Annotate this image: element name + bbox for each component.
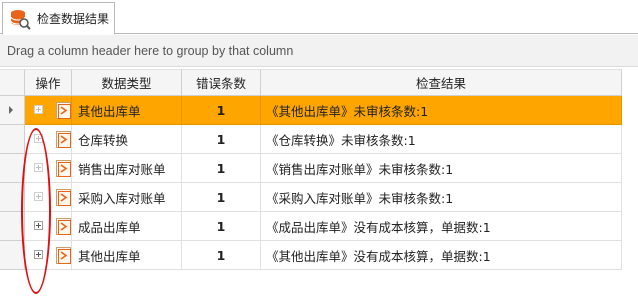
error-count-cell[interactable]: 1 <box>182 125 261 154</box>
error-count-cell[interactable]: 1 <box>182 96 261 125</box>
row-indicator-header <box>0 69 25 96</box>
tab-label: 检查数据结果 <box>37 12 110 26</box>
column-header-check-result[interactable]: 检查结果 <box>261 69 622 96</box>
open-detail-button[interactable] <box>56 218 71 235</box>
column-header-data-type[interactable]: 数据类型 <box>72 69 182 96</box>
check-result-cell[interactable]: 《其他出库单》未审核条数:1 <box>261 96 622 125</box>
database-search-icon <box>9 8 31 30</box>
data-type-cell[interactable]: 仓库转换 <box>72 125 182 154</box>
open-detail-button[interactable] <box>56 247 71 264</box>
open-detail-button[interactable] <box>56 160 71 177</box>
results-grid: 操作 数据类型 错误条数 检查结果 其他出库单 1 《其他出库单》未审核条数:1 仓库… <box>0 67 638 297</box>
data-type-cell[interactable]: 采购入库对账单 <box>72 183 182 212</box>
column-header-error-count[interactable]: 错误条数 <box>182 69 261 96</box>
current-row-arrow-icon <box>9 106 13 114</box>
row-indicator[interactable] <box>0 96 25 125</box>
check-result-cell[interactable]: 《成品出库单》没有成本核算，单据数:1 <box>261 212 622 241</box>
table-row[interactable]: 销售出库对账单 1 《销售出库对账单》未审核条数:1 <box>0 154 622 183</box>
table-row[interactable]: 采购入库对账单 1 《采购入库对账单》未审核条数:1 <box>0 183 622 212</box>
check-result-cell[interactable]: 《仓库转换》未审核条数:1 <box>261 125 622 154</box>
data-type-cell[interactable]: 成品出库单 <box>72 212 182 241</box>
table-row[interactable]: 仓库转换 1 《仓库转换》未审核条数:1 <box>0 125 622 154</box>
data-type-cell[interactable]: 销售出库对账单 <box>72 154 182 183</box>
row-indicator[interactable] <box>0 241 25 270</box>
annotation-oval <box>21 128 51 294</box>
check-result-cell[interactable]: 《销售出库对账单》未审核条数:1 <box>261 154 622 183</box>
table-row[interactable]: 成品出库单 1 《成品出库单》没有成本核算，单据数:1 <box>0 212 622 241</box>
error-count-cell[interactable]: 1 <box>182 212 261 241</box>
column-header-action[interactable]: 操作 <box>25 69 72 96</box>
check-result-cell[interactable]: 《其他出库单》没有成本核算，单据数:1 <box>261 241 622 270</box>
group-by-panel[interactable]: Drag a column header here to group by th… <box>0 35 638 67</box>
data-type-cell[interactable]: 其他出库单 <box>72 96 182 125</box>
tab-bar: 检查数据结果 <box>0 0 638 35</box>
data-type-cell[interactable]: 其他出库单 <box>72 241 182 270</box>
open-detail-button[interactable] <box>56 189 71 206</box>
check-result-cell[interactable]: 《采购入库对账单》未审核条数:1 <box>261 183 622 212</box>
open-detail-button[interactable] <box>56 131 71 148</box>
table-row[interactable]: 其他出库单 1 《其他出库单》未审核条数:1 <box>0 96 622 125</box>
table-row[interactable]: 其他出库单 1 《其他出库单》没有成本核算，单据数:1 <box>0 241 622 270</box>
group-by-hint: Drag a column header here to group by th… <box>7 43 294 58</box>
error-count-cell[interactable]: 1 <box>182 183 261 212</box>
tab-check-results[interactable]: 检查数据结果 <box>2 2 115 35</box>
row-indicator[interactable] <box>0 125 25 154</box>
error-count-cell[interactable]: 1 <box>182 241 261 270</box>
action-cell <box>25 96 72 125</box>
error-count-cell[interactable]: 1 <box>182 154 261 183</box>
expand-plus-icon[interactable] <box>34 105 43 114</box>
open-detail-button[interactable] <box>56 102 71 119</box>
